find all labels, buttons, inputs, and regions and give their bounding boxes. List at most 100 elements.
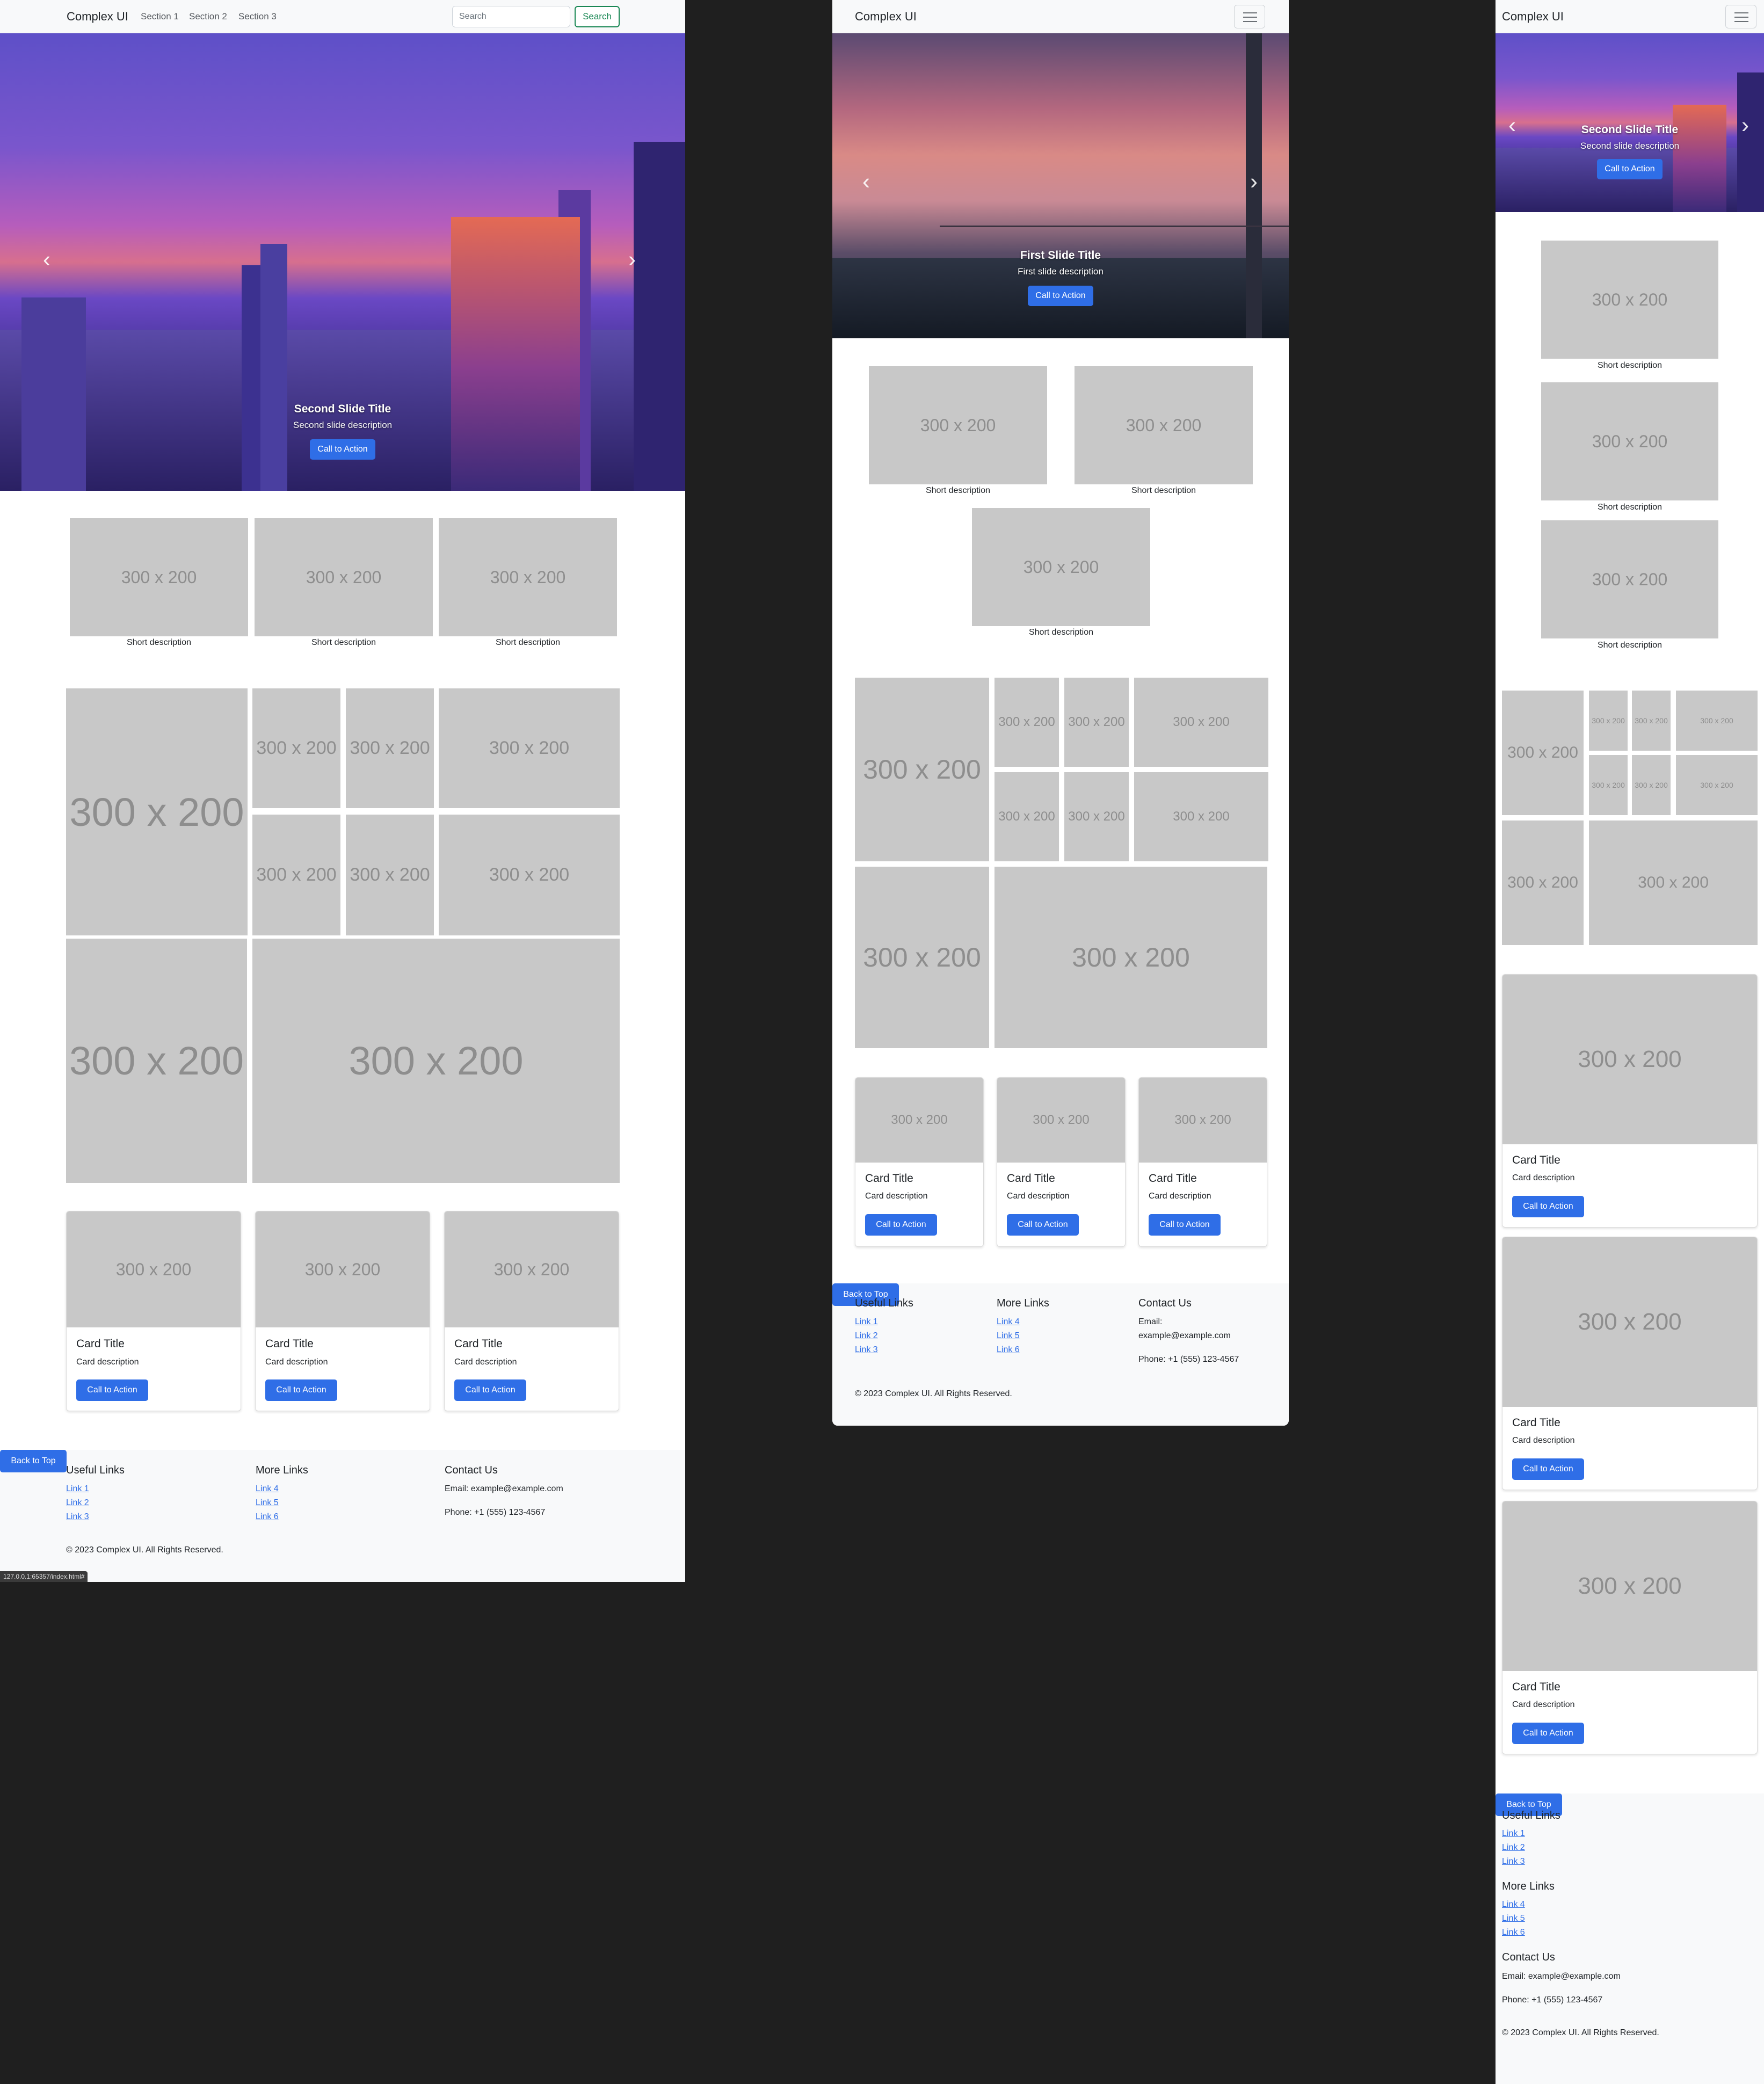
footer-link-1[interactable]: Link 1: [1502, 1829, 1525, 1839]
card-cta-button[interactable]: Call to Action: [865, 1214, 937, 1236]
footer-link-3[interactable]: Link 3: [855, 1345, 878, 1355]
navbar: Complex UI: [1496, 0, 1764, 33]
card-title: Card Title: [865, 1172, 913, 1185]
gallery-image: 300 x 200: [439, 815, 620, 935]
gallery-image: 300 x 200: [1589, 820, 1758, 945]
card-title: Card Title: [1512, 1681, 1560, 1693]
footer: Useful Links Link 1 Link 2 Link 3 More L…: [1496, 1793, 1764, 2084]
carousel-next-icon[interactable]: ›: [628, 248, 636, 271]
card: 300 x 200 Card Title Card description Ca…: [855, 1077, 984, 1247]
contact-email: Email: example@example.com: [1502, 1972, 1621, 1981]
navbar-toggler-button[interactable]: [1725, 5, 1756, 28]
gallery-image: 300 x 200: [1064, 678, 1129, 767]
footer-link-6[interactable]: Link 6: [256, 1512, 279, 1522]
featured-image: 300 x 200: [972, 508, 1150, 626]
carousel-caption: First Slide Title First slide descriptio…: [832, 249, 1289, 306]
footer-link-3[interactable]: Link 3: [1502, 1857, 1525, 1867]
carousel-caption: Second Slide Title Second slide descript…: [0, 403, 685, 460]
card-image: 300 x 200: [67, 1211, 241, 1327]
card-title: Card Title: [1149, 1172, 1197, 1185]
footer-link-1[interactable]: Link 1: [855, 1317, 878, 1327]
hero-cta-button[interactable]: Call to Action: [1028, 286, 1093, 306]
featured-image: 300 x 200: [255, 518, 433, 636]
footer-heading: Useful Links: [66, 1464, 125, 1476]
footer-link-5[interactable]: Link 5: [1502, 1914, 1525, 1923]
footer-link-6[interactable]: Link 6: [997, 1345, 1020, 1355]
footer-link-5[interactable]: Link 5: [997, 1331, 1020, 1341]
hero-cta-button[interactable]: Call to Action: [1597, 159, 1663, 179]
card: 300 x 200 Card Title Card description Ca…: [1502, 974, 1758, 1228]
back-to-top-button[interactable]: Back to Top: [0, 1450, 67, 1472]
hero-carousel: ‹ › First Slide Title First slide descri…: [832, 33, 1289, 338]
footer-link-4[interactable]: Link 4: [997, 1317, 1020, 1327]
footer-link-4[interactable]: Link 4: [1502, 1900, 1525, 1909]
copyright: © 2023 Complex UI. All Rights Reserved.: [66, 1545, 223, 1555]
featured-image: 300 x 200: [439, 518, 617, 636]
featured-image: 300 x 200: [1541, 382, 1718, 500]
footer-heading: Contact Us: [1502, 1951, 1555, 1963]
gallery-image: 300 x 200: [1676, 755, 1758, 815]
featured-description: Short description: [126, 638, 192, 647]
brand-logo[interactable]: Complex UI: [67, 0, 128, 33]
footer-link-3[interactable]: Link 3: [66, 1512, 89, 1522]
footer: Useful Links Link 1 Link 2 Link 3 More L…: [0, 1450, 685, 1582]
card-title: Card Title: [454, 1338, 503, 1350]
card-image: 300 x 200: [997, 1078, 1125, 1163]
featured-description: Short description: [311, 638, 376, 647]
footer-heading: More Links: [997, 1297, 1049, 1309]
footer-link-2[interactable]: Link 2: [855, 1331, 878, 1341]
gallery-image: 300 x 200: [1502, 691, 1584, 815]
footer-link-5[interactable]: Link 5: [256, 1498, 279, 1508]
footer-link-1[interactable]: Link 1: [66, 1484, 89, 1494]
slide-description: Second slide description: [1580, 141, 1680, 151]
gallery-image: 300 x 200: [1589, 755, 1628, 815]
card-cta-button[interactable]: Call to Action: [76, 1379, 148, 1401]
gallery-image: 300 x 200: [439, 688, 620, 808]
card-cta-button[interactable]: Call to Action: [454, 1379, 526, 1401]
card-image: 300 x 200: [445, 1211, 619, 1327]
card-cta-button[interactable]: Call to Action: [265, 1379, 337, 1401]
card-image: 300 x 200: [855, 1078, 983, 1163]
carousel-caption: Second Slide Title Second slide descript…: [1496, 124, 1764, 179]
footer-link-2[interactable]: Link 2: [66, 1498, 89, 1508]
gallery-image: 300 x 200: [252, 688, 340, 808]
nav-link-section-1[interactable]: Section 1: [141, 0, 179, 33]
brand-logo[interactable]: Complex UI: [1502, 0, 1564, 33]
gallery-image: 300 x 200: [855, 867, 989, 1048]
card-description: Card description: [1512, 1173, 1575, 1182]
card-description: Card description: [76, 1357, 139, 1367]
card-cta-button[interactable]: Call to Action: [1512, 1458, 1584, 1480]
footer-link-6[interactable]: Link 6: [1502, 1928, 1525, 1937]
card-description: Card description: [1512, 1700, 1575, 1709]
footer-link-2[interactable]: Link 2: [1502, 1843, 1525, 1853]
nav-link-section-3[interactable]: Section 3: [238, 0, 277, 33]
card-cta-button[interactable]: Call to Action: [1149, 1214, 1221, 1236]
card-title: Card Title: [76, 1338, 125, 1350]
footer-link-4[interactable]: Link 4: [256, 1484, 279, 1494]
search-button[interactable]: Search: [575, 6, 620, 27]
card-cta-button[interactable]: Call to Action: [1007, 1214, 1079, 1236]
contact-email-label: Email:: [1138, 1317, 1163, 1326]
brand-logo[interactable]: Complex UI: [855, 0, 917, 33]
card-cta-button[interactable]: Call to Action: [1512, 1723, 1584, 1744]
nav-link-section-2[interactable]: Section 2: [189, 0, 227, 33]
contact-email: example@example.com: [1138, 1331, 1231, 1340]
slide-title: Second Slide Title: [294, 403, 391, 415]
hero-cta-button[interactable]: Call to Action: [310, 439, 375, 460]
card-description: Card description: [1149, 1192, 1211, 1201]
card-image: 300 x 200: [1502, 1237, 1757, 1407]
contact-phone: Phone: +1 (555) 123-4567: [1502, 1995, 1603, 2005]
search-input[interactable]: Search: [452, 6, 570, 27]
card-cta-button[interactable]: Call to Action: [1512, 1196, 1584, 1217]
gallery-image: 300 x 200: [994, 678, 1059, 767]
card: 300 x 200 Card Title Card description Ca…: [997, 1077, 1126, 1247]
carousel-prev-icon[interactable]: ‹: [862, 170, 870, 193]
carousel-prev-icon[interactable]: ‹: [43, 248, 50, 271]
navbar-toggler-button[interactable]: [1234, 5, 1265, 28]
navbar: Complex UI: [832, 0, 1289, 33]
carousel-next-icon[interactable]: ›: [1250, 170, 1258, 193]
card-image: 300 x 200: [256, 1211, 430, 1327]
gallery-image: 300 x 200: [346, 688, 434, 808]
gallery-image: 300 x 200: [855, 678, 989, 861]
featured-image: 300 x 200: [869, 366, 1047, 484]
